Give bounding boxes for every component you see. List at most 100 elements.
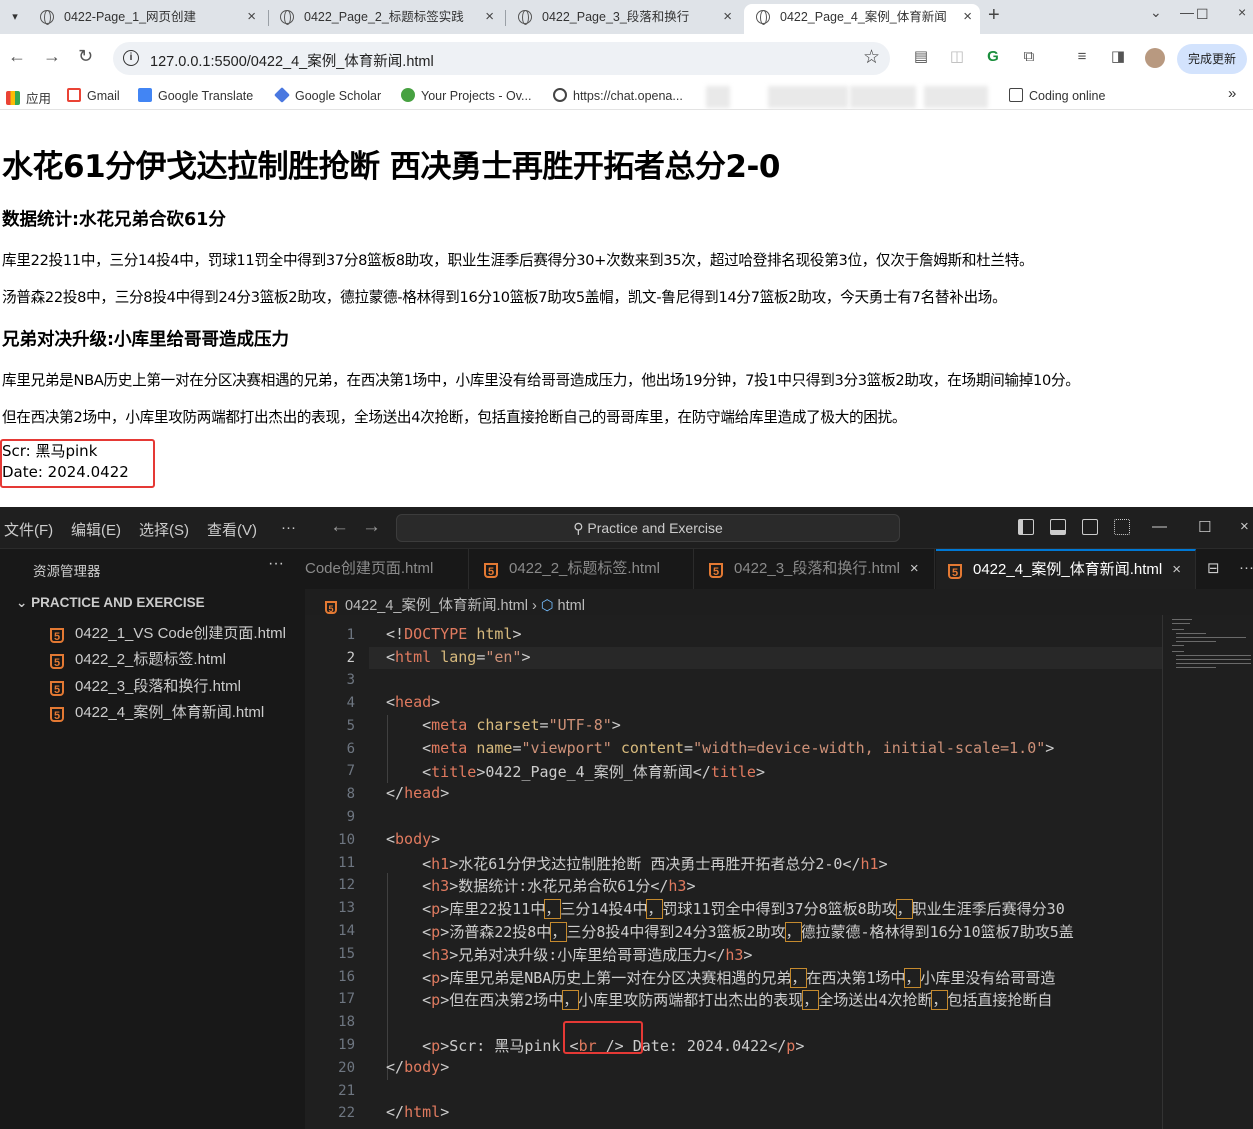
bookmark-translate[interactable]: Google Translate bbox=[138, 88, 253, 103]
side-panel-icon[interactable]: ◨ bbox=[1109, 48, 1127, 66]
back-icon[interactable]: ← bbox=[8, 46, 26, 67]
editor-tab[interactable]: Code创建页面.html bbox=[305, 549, 469, 589]
url-text[interactable]: 127.0.0.1:5500/0422_4_案例_体育新闻.html bbox=[150, 50, 434, 71]
editor-tab[interactable]: 5 0422_3_段落和换行.html × bbox=[695, 549, 935, 589]
toggle-panel-icon[interactable] bbox=[1050, 519, 1066, 535]
line-number: 18 bbox=[338, 1014, 355, 1030]
toggle-secondary-sidebar-icon[interactable] bbox=[1082, 519, 1098, 535]
fullwidth-comma-highlight: ， bbox=[904, 968, 922, 988]
browser-tab-4[interactable]: 0422_Page_4_案例_体育新闻 × bbox=[744, 4, 980, 34]
browser-tab-2[interactable]: 0422_Page_2_标题标签实践 × bbox=[268, 4, 502, 34]
bookmark-chatgpt[interactable]: https://chat.opena... bbox=[553, 88, 683, 103]
html5-icon: 5 bbox=[325, 601, 337, 614]
forward-icon[interactable]: → bbox=[43, 46, 61, 67]
bookmark-star-icon[interactable]: ☆ bbox=[863, 46, 880, 69]
fullwidth-comma-highlight: ， bbox=[895, 899, 913, 919]
code-line: <head> bbox=[386, 693, 441, 711]
minimap-line bbox=[1172, 645, 1184, 646]
code-line: <!DOCTYPE html> bbox=[386, 625, 522, 643]
site-info-icon[interactable]: i bbox=[123, 50, 139, 66]
bookmark-overleaf[interactable]: Your Projects - Ov... bbox=[401, 88, 531, 103]
reload-icon[interactable]: ↻ bbox=[78, 46, 93, 67]
globe-icon bbox=[518, 10, 532, 25]
code-editor[interactable]: 1 2 3 4 5 6 7 8 9 10 11 12 13 14 15 16 1… bbox=[305, 615, 1253, 1129]
html5-icon: 5 bbox=[484, 563, 498, 578]
command-center[interactable]: ⚲ Practice and Exercise bbox=[396, 514, 900, 542]
close-icon[interactable]: × bbox=[723, 4, 732, 30]
fullwidth-comma-highlight: ， bbox=[646, 899, 664, 919]
nav-forward-icon[interactable]: → bbox=[362, 516, 381, 538]
file-item[interactable]: 5 0422_2_标题标签.html bbox=[50, 648, 226, 669]
extension-doc-icon[interactable]: ▤ bbox=[912, 48, 930, 66]
address-bar[interactable]: i 127.0.0.1:5500/0422_4_案例_体育新闻.html ☆ bbox=[113, 42, 890, 75]
bookmark-apps[interactable]: 应用 bbox=[6, 88, 51, 107]
extensions-puzzle-icon[interactable]: ⧉ bbox=[1020, 48, 1038, 66]
file-item[interactable]: 5 0422_1_VS Code创建页面.html bbox=[50, 622, 286, 643]
editor-tab[interactable]: 5 0422_2_标题标签.html bbox=[470, 549, 694, 589]
fullwidth-comma-highlight: ， bbox=[544, 899, 562, 919]
command-center-label: Practice and Exercise bbox=[587, 520, 723, 536]
close-icon[interactable]: × bbox=[1240, 518, 1249, 535]
more-actions-icon[interactable]: ··· bbox=[268, 555, 284, 573]
code-text: 德拉蒙德-格林得到16分10篮板7助攻5盖 bbox=[800, 923, 1074, 941]
browser-tab-3[interactable]: 0422_Page_3_段落和换行 × bbox=[506, 4, 740, 34]
minimap-line bbox=[1172, 651, 1184, 652]
grammarly-icon[interactable]: G bbox=[984, 48, 1002, 66]
menu-more[interactable]: ··· bbox=[281, 519, 296, 536]
paragraph-brothers-game1: 库里兄弟是NBA历史上第一对在分区决赛相遇的兄弟，在西决第1场中，小库里没有给哥… bbox=[2, 372, 1080, 389]
close-icon[interactable]: × bbox=[485, 4, 494, 30]
profile-avatar[interactable] bbox=[1145, 48, 1165, 68]
line-number: 20 bbox=[338, 1060, 355, 1076]
maximize-icon[interactable]: ☐ bbox=[1198, 518, 1211, 536]
close-icon[interactable]: × bbox=[963, 4, 972, 30]
apps-grid-icon bbox=[6, 91, 20, 105]
close-tab-icon[interactable]: × bbox=[1172, 561, 1181, 578]
editor-tab-active[interactable]: 5 0422_4_案例_体育新闻.html × bbox=[936, 549, 1196, 589]
close-tab-icon[interactable]: × bbox=[910, 560, 919, 577]
menu-file[interactable]: 文件(F) bbox=[4, 519, 53, 540]
code-line: <body> bbox=[386, 830, 441, 848]
code-text: 小库里攻防两端都打出杰出的表现 bbox=[578, 991, 804, 1009]
bookmark-scholar[interactable]: Google Scholar bbox=[274, 87, 381, 103]
toggle-sidebar-icon[interactable] bbox=[1018, 519, 1034, 535]
workspace-folder[interactable]: ⌄ PRACTICE AND EXERCISE bbox=[10, 595, 305, 611]
menu-edit[interactable]: 编辑(E) bbox=[71, 519, 121, 540]
bookmark-gmail[interactable]: Gmail bbox=[67, 88, 120, 103]
breadcrumb: 5 0422_4_案例_体育新闻.html › ⬡ html bbox=[325, 594, 585, 615]
chatgpt-icon bbox=[553, 88, 567, 102]
close-window-icon[interactable]: × bbox=[1238, 4, 1246, 20]
file-item[interactable]: 5 0422_4_案例_体育新闻.html bbox=[50, 701, 264, 722]
section-heading-stats: 数据统计:水花兄弟合砍61分 bbox=[2, 210, 226, 230]
split-editor-icon[interactable]: ⊟ bbox=[1207, 559, 1220, 577]
code-text: 小库里没有给哥哥造 bbox=[920, 969, 1056, 987]
minimize-icon[interactable]: — bbox=[1152, 518, 1167, 535]
menu-selection[interactable]: 选择(S) bbox=[139, 519, 189, 540]
update-button[interactable]: 完成更新 bbox=[1177, 44, 1247, 74]
browser-tab-1[interactable]: 0422-Page_1_网页创建 × bbox=[28, 4, 264, 34]
bookmark-coding-online[interactable]: Coding online bbox=[1009, 88, 1105, 103]
chevron-down-icon[interactable]: ⌄ bbox=[1150, 4, 1162, 21]
blurred-bookmark bbox=[850, 86, 916, 108]
menu-view[interactable]: 查看(V) bbox=[207, 519, 257, 540]
code-line: <p>库里兄弟是NBA历史上第一对在分区决赛相遇的兄弟，在西决第1场中，小库里没… bbox=[422, 968, 1056, 988]
extension-ghost-icon[interactable]: ◫ bbox=[948, 48, 966, 66]
new-tab-icon[interactable]: + bbox=[988, 4, 1000, 27]
media-queue-icon[interactable]: ≡ bbox=[1073, 48, 1091, 66]
breadcrumb-file[interactable]: 0422_4_案例_体育新闻.html bbox=[345, 598, 528, 614]
line-number: 8 bbox=[346, 786, 355, 802]
code-text: 库里兄弟是NBA历史上第一对在分区决赛相遇的兄弟 bbox=[449, 969, 792, 987]
more-actions-icon[interactable]: ··· bbox=[1239, 559, 1253, 576]
breadcrumb-node[interactable]: html bbox=[558, 598, 585, 614]
bookmark-label: Google Translate bbox=[158, 89, 254, 103]
fullwidth-comma-highlight: ， bbox=[784, 922, 802, 942]
minimize-icon[interactable]: — bbox=[1180, 4, 1194, 20]
nav-back-icon[interactable]: ← bbox=[330, 516, 349, 538]
file-item[interactable]: 5 0422_3_段落和换行.html bbox=[50, 675, 241, 696]
customize-layout-icon[interactable] bbox=[1114, 519, 1130, 535]
more-bookmarks-icon[interactable]: » bbox=[1228, 85, 1236, 102]
maximize-icon[interactable]: ☐ bbox=[1196, 6, 1209, 23]
minimap[interactable] bbox=[1168, 615, 1253, 675]
tab-search-icon[interactable]: ▾ bbox=[4, 6, 26, 28]
code-line: <h3>数据统计:水花兄弟合砍61分</h3> bbox=[422, 877, 696, 895]
close-icon[interactable]: × bbox=[247, 4, 256, 30]
